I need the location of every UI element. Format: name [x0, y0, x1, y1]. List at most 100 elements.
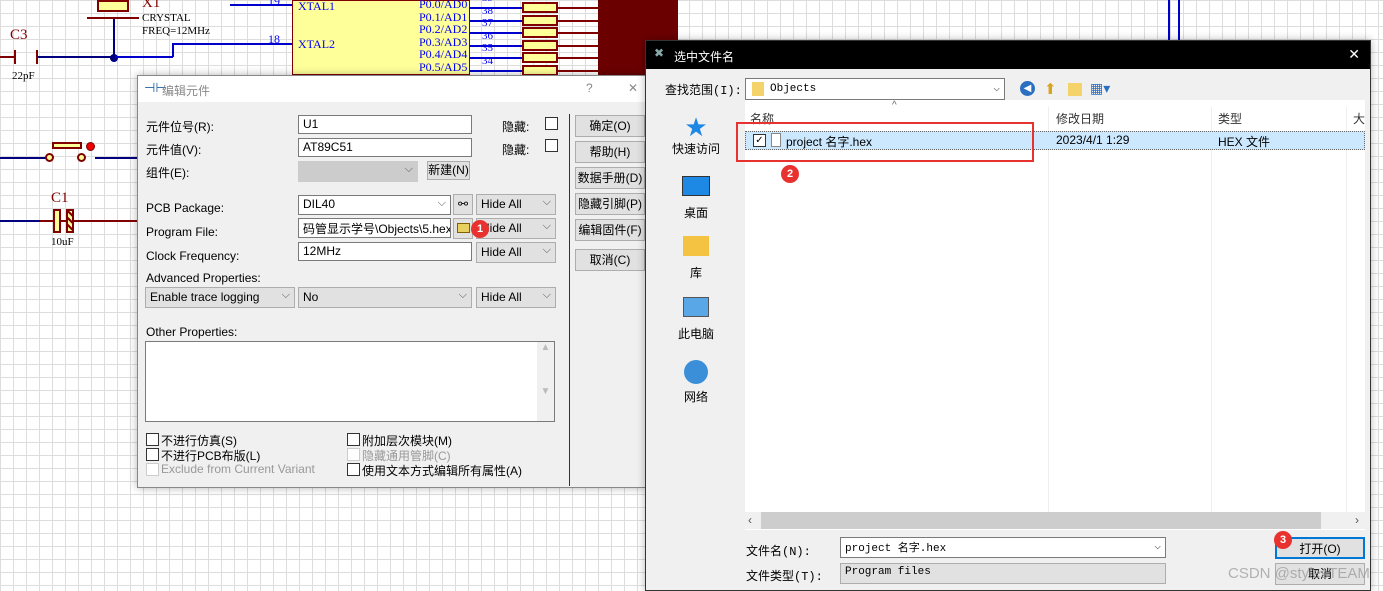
- hide-value-checkbox[interactable]: [545, 139, 558, 152]
- edit-dialog-button[interactable]: 取消(C): [575, 249, 645, 271]
- filetype-select[interactable]: Program files: [840, 563, 1166, 584]
- other-properties-textarea[interactable]: ▲ ▼: [145, 341, 555, 422]
- chevron-down-icon: ⌵: [542, 196, 551, 208]
- textarea-scrollbar[interactable]: ▲ ▼: [537, 342, 554, 421]
- clock-label: Clock Frequency:: [146, 249, 240, 263]
- new-button[interactable]: 新建(N): [427, 161, 470, 180]
- sidebar-item[interactable]: 库: [665, 236, 727, 281]
- x1-freq: FREQ=12MHz: [142, 25, 210, 37]
- ref-input[interactable]: U1: [298, 115, 472, 134]
- highlight-box: [736, 122, 1034, 162]
- c1-value: 10uF: [51, 236, 74, 248]
- close-icon[interactable]: ✕: [628, 81, 638, 95]
- new-folder-icon[interactable]: [1068, 83, 1082, 96]
- group-label: 组件(E):: [146, 166, 190, 180]
- x1-label: X1: [142, 0, 161, 11]
- resistor[interactable]: [522, 2, 558, 13]
- column-header[interactable]: 修改日期: [1056, 110, 1104, 127]
- desktop-icon: [665, 176, 727, 204]
- value-label: 元件值(V):: [146, 143, 202, 157]
- resistor[interactable]: [522, 39, 558, 51]
- file-dialog-titlebar[interactable]: ✖ 选中文件名 ✕: [646, 41, 1370, 69]
- port-label: P0.5/AD5: [419, 59, 468, 74]
- annotation-badge-2: 2: [781, 165, 799, 183]
- library-icon: [665, 236, 727, 264]
- program-label: Program File:: [146, 225, 219, 239]
- column-header[interactable]: 类型: [1218, 110, 1242, 127]
- browse-package-button[interactable]: ⚯: [453, 194, 473, 215]
- edit-dialog-button[interactable]: 数据手册(D): [575, 167, 645, 189]
- hide-ref-checkbox[interactable]: [545, 117, 558, 130]
- file-dialog-title: 选中文件名: [674, 50, 735, 64]
- program-file-input[interactable]: 码管显示学号\Objects\5.hex: [298, 218, 451, 238]
- file-list[interactable]: [745, 100, 1365, 530]
- chevron-down-icon: ⌵: [458, 289, 467, 301]
- sidebar-item[interactable]: 网络: [665, 360, 727, 405]
- advanced-visibility-select[interactable]: Hide All ⌵: [476, 287, 556, 308]
- file-type: HEX 文件: [1218, 135, 1271, 149]
- up-folder-icon[interactable]: ⬆: [1044, 80, 1057, 98]
- watermark: CSDN @stylesTEAM: [1228, 565, 1370, 582]
- capacitor-c1[interactable]: [53, 209, 61, 233]
- resistor[interactable]: [522, 27, 558, 38]
- chevron-down-icon: ⌵: [437, 197, 446, 209]
- advanced-label: Advanced Properties:: [146, 271, 261, 285]
- advanced-value-select[interactable]: No ⌵: [298, 287, 472, 308]
- scroll-right-icon[interactable]: ›: [1355, 513, 1359, 527]
- option-checkbox[interactable]: [347, 433, 360, 446]
- capacitor-c3[interactable]: [14, 50, 38, 64]
- option-checkbox[interactable]: [146, 433, 159, 446]
- resistor[interactable]: [522, 52, 558, 63]
- sidebar-item[interactable]: ★ 快速访问: [665, 112, 727, 157]
- crystal-x1[interactable]: [97, 0, 129, 12]
- browse-program-button[interactable]: [453, 218, 473, 239]
- scrollbar-thumb[interactable]: [761, 512, 1321, 529]
- column-header[interactable]: 大: [1353, 110, 1365, 127]
- edit-dialog-button[interactable]: 帮助(H): [575, 141, 645, 163]
- pushbutton[interactable]: [52, 142, 82, 149]
- hidden-label-2: 隐藏:: [502, 143, 530, 157]
- view-menu-icon[interactable]: ▦▾: [1090, 80, 1110, 97]
- close-icon[interactable]: ✕: [1348, 46, 1360, 63]
- annotation-badge-3: 3: [1274, 531, 1292, 549]
- folder-icon: [752, 82, 764, 96]
- pcb-visibility-select[interactable]: Hide All ⌵: [476, 194, 556, 215]
- folder-open-icon: [456, 223, 470, 233]
- annotation-badge-1: 1: [471, 220, 489, 238]
- x1-type: CRYSTAL: [142, 12, 191, 24]
- chevron-down-icon: ⌵: [542, 244, 551, 256]
- sidebar-item[interactable]: 此电脑: [665, 297, 727, 342]
- pin-number: 39: [482, 0, 493, 4]
- resistor[interactable]: [522, 14, 558, 26]
- clock-visibility-select[interactable]: Hide All ⌵: [476, 242, 556, 263]
- lookin-label: 查找范围(I):: [665, 84, 742, 98]
- pin-number: 38: [482, 4, 493, 17]
- ref-label: 元件位号(R):: [146, 120, 214, 134]
- horizontal-scrollbar[interactable]: ‹ ›: [745, 512, 1365, 529]
- sidebar-item[interactable]: 桌面: [665, 176, 727, 221]
- clock-input[interactable]: 12MHz: [298, 242, 472, 261]
- value-input[interactable]: AT89C51: [298, 138, 472, 157]
- places-sidebar: [660, 100, 737, 590]
- pcb-package-input[interactable]: DIL40 ⌵: [298, 195, 451, 215]
- resistor[interactable]: [522, 64, 558, 76]
- back-icon[interactable]: ◀: [1020, 81, 1035, 96]
- group-select[interactable]: ⌵: [298, 161, 418, 182]
- help-icon[interactable]: ?: [586, 81, 593, 95]
- file-date: 2023/4/1 1:29: [1056, 133, 1130, 147]
- scroll-left-icon[interactable]: ‹: [748, 513, 752, 527]
- filetype-label: 文件类型(T):: [746, 570, 823, 584]
- edit-dialog-titlebar[interactable]: ⊣⊢ 编辑元件 ? ✕: [138, 76, 645, 102]
- edit-dialog-button[interactable]: 编辑固件(F): [575, 219, 645, 241]
- lookin-select[interactable]: Objects ⌵: [745, 78, 1005, 100]
- app-icon: ✖: [654, 46, 665, 60]
- c3-value: 22pF: [12, 70, 35, 82]
- advanced-property-select[interactable]: Enable trace logging ⌵: [145, 287, 295, 308]
- sort-arrow-icon: ^: [892, 100, 897, 111]
- filename-input[interactable]: project 名字.hex ⌵: [840, 537, 1166, 558]
- option-checkbox[interactable]: [347, 463, 360, 476]
- star-icon: ★: [684, 112, 708, 142]
- option-checkbox[interactable]: [146, 448, 159, 461]
- edit-dialog-button[interactable]: 确定(O): [575, 115, 645, 137]
- edit-dialog-button[interactable]: 隐藏引脚(P): [575, 193, 645, 215]
